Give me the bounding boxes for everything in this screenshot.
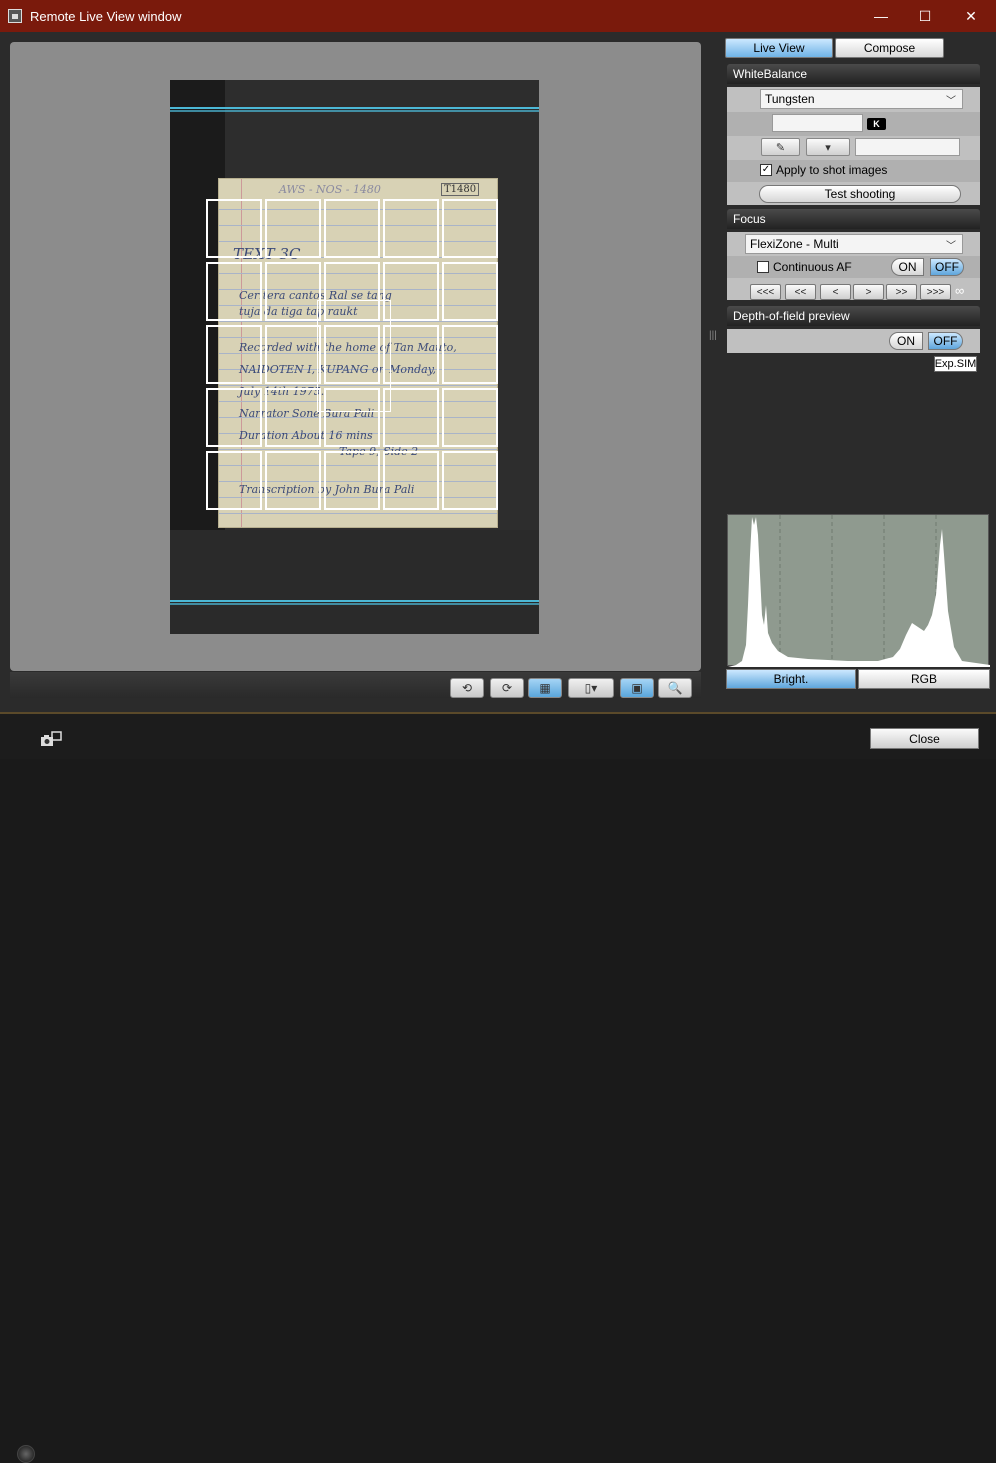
focus-near-small-button[interactable]: < (820, 284, 851, 300)
histogram (727, 514, 990, 667)
aspect-guide-top (170, 107, 539, 109)
af-zone[interactable] (206, 325, 262, 384)
histogram-rgb-button[interactable]: RGB (858, 669, 990, 689)
dof-off-button[interactable]: OFF (928, 332, 963, 350)
eyedropper-icon[interactable]: ✎ (761, 138, 800, 156)
zoom-icon[interactable]: 🔍 (658, 678, 692, 698)
af-zone[interactable] (265, 451, 321, 510)
af-zone[interactable] (206, 199, 262, 258)
minimize-button[interactable]: — (858, 0, 904, 32)
af-zone[interactable] (206, 262, 262, 321)
camera-connection-icon (41, 731, 62, 746)
af-zone[interactable] (324, 199, 380, 258)
af-mode-value: FlexiZone - Multi (750, 237, 839, 251)
af-zone[interactable] (383, 262, 439, 321)
continuous-af-label: Continuous AF (773, 260, 852, 274)
focus-near-medium-button[interactable]: << (785, 284, 816, 300)
rotate-left-icon[interactable]: ⟲ (450, 678, 484, 698)
window-title: Remote Live View window (30, 8, 182, 24)
image-lower-area (170, 530, 539, 634)
af-zone[interactable] (442, 262, 498, 321)
histogram-brightness-button[interactable]: Bright. (726, 669, 856, 689)
white-balance-select[interactable]: Tungsten ﹀ (760, 89, 963, 109)
af-zone[interactable] (206, 451, 262, 510)
aspect-guide-top-inner (170, 110, 539, 112)
af-mode-select[interactable]: FlexiZone - Multi ﹀ (745, 234, 963, 254)
rotate-right-icon[interactable]: ⟳ (490, 678, 524, 698)
aspect-ratio-icon[interactable]: ▯▾ (568, 678, 614, 698)
test-shooting-button[interactable]: Test shooting (759, 185, 961, 203)
af-grid-icon[interactable]: ▦ (528, 678, 562, 698)
kelvin-badge: K (867, 118, 886, 130)
focus-heading: Focus (727, 209, 980, 229)
aspect-guide-bottom (170, 600, 539, 602)
af-zone[interactable] (265, 262, 321, 321)
dof-on-button[interactable]: ON (889, 332, 923, 350)
af-zone[interactable] (442, 388, 498, 447)
focus-near-large-button[interactable]: <<< (750, 284, 781, 300)
af-zone[interactable] (324, 451, 380, 510)
infinity-icon: ∞ (955, 283, 965, 298)
continuous-af-on-button[interactable]: ON (891, 258, 924, 276)
wb-registered-field[interactable] (855, 138, 960, 156)
continuous-af-off-button[interactable]: OFF (930, 258, 964, 276)
focus-far-large-button[interactable]: >>> (920, 284, 951, 300)
chevron-down-icon: ﹀ (946, 241, 956, 252)
af-zone[interactable] (442, 325, 498, 384)
apply-to-shot-label: Apply to shot images (776, 163, 888, 177)
af-zone[interactable] (442, 199, 498, 258)
af-zone[interactable] (442, 451, 498, 510)
af-zone[interactable] (265, 388, 321, 447)
wb-preset-dropdown[interactable]: ▾ (806, 138, 850, 156)
page-header-note: AWS - NOS - 1480 (279, 183, 381, 196)
aspect-guide-bottom-inner (170, 603, 539, 605)
histogram-graph (728, 515, 990, 667)
white-balance-heading: WhiteBalance (727, 64, 980, 84)
focus-far-medium-button[interactable]: >> (886, 284, 917, 300)
af-zone[interactable] (206, 388, 262, 447)
af-zone[interactable] (265, 199, 321, 258)
maximize-button[interactable]: ☐ (902, 0, 948, 32)
close-button[interactable]: Close (870, 728, 979, 749)
page-tag: T1480 (441, 183, 480, 196)
white-balance-value: Tungsten (765, 92, 815, 106)
exposure-simulation-badge: Exp.SIM (934, 356, 977, 372)
continuous-af-checkbox[interactable] (757, 261, 769, 273)
chevron-down-icon: ﹀ (946, 96, 956, 107)
kelvin-input[interactable] (772, 114, 863, 132)
title-bar: Remote Live View window — ☐ ✕ (0, 0, 996, 32)
focus-far-small-button[interactable]: > (853, 284, 884, 300)
tab-live-view[interactable]: Live View (725, 38, 833, 58)
af-zone[interactable] (265, 325, 321, 384)
image-view-icon[interactable]: ▣ (620, 678, 654, 698)
status-lamp-icon (17, 1445, 35, 1463)
af-zone[interactable] (383, 388, 439, 447)
af-zone[interactable] (383, 199, 439, 258)
dof-heading: Depth-of-field preview (727, 306, 980, 326)
camera-app-icon (8, 9, 22, 23)
af-zone[interactable] (383, 325, 439, 384)
panel-splitter-icon[interactable]: ||| (709, 330, 717, 344)
af-zone[interactable] (383, 451, 439, 510)
apply-to-shot-checkbox[interactable]: ✓ (760, 164, 772, 176)
close-window-button[interactable]: ✕ (948, 0, 994, 32)
tab-compose[interactable]: Compose (835, 38, 944, 58)
magnify-frame[interactable] (317, 300, 391, 412)
